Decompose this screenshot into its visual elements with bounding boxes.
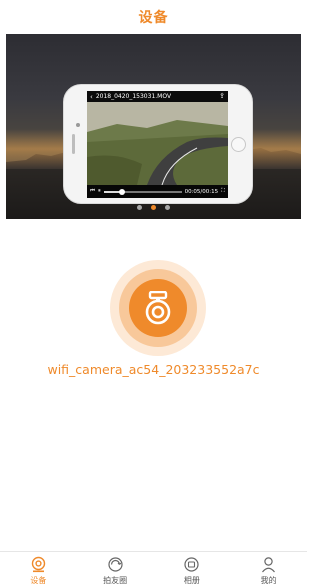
carousel-dot[interactable] (137, 205, 142, 210)
phone-screen: ‹ 2018_0420_153031.MOV ⇪ ⏮ ⏸ 00:05/00:15… (87, 91, 228, 198)
page-title: 设备 (138, 10, 169, 26)
phone-mockup: ‹ 2018_0420_153031.MOV ⇪ ⏮ ⏸ 00:05/00:15… (63, 84, 253, 204)
device-icon (31, 556, 46, 573)
video-controls: ⏮ ⏸ 00:05/00:15 ⛶ (87, 185, 228, 198)
video-seek-bar (103, 188, 182, 195)
share-icon: ⇪ (219, 92, 225, 100)
carousel-indicator (0, 205, 307, 213)
fullscreen-icon: ⛶ (221, 188, 225, 194)
dashcam-icon (145, 291, 171, 325)
video-filename: 2018_0420_153031.MOV (95, 93, 172, 100)
tab-album[interactable]: 相册 (154, 552, 231, 587)
device-connect-button[interactable] (110, 260, 206, 356)
tab-album-label: 相册 (183, 576, 200, 585)
app-root: 设备 ‹ 2018_0420_153031.MOV ⇪ ⏮ ⏸ 00:05/00… (0, 0, 307, 587)
friends-circle-icon (108, 557, 123, 572)
header: 设备 (0, 0, 307, 34)
tab-device-label: 设备 (30, 576, 47, 585)
tab-profile[interactable]: 我的 (230, 552, 307, 587)
tab-friends-circle[interactable]: 拍友圈 (77, 552, 154, 587)
previous-icon: ⏮ (90, 188, 95, 194)
video-topbar: ‹ 2018_0420_153031.MOV ⇪ (87, 91, 228, 102)
video-time: 00:05/00:15 (184, 188, 219, 195)
bottom-tab-bar: 设备 拍友圈 相册 我的 (0, 551, 307, 587)
phone-home-button (231, 137, 246, 152)
back-arrow-icon: ‹ (90, 92, 93, 101)
profile-icon (262, 557, 276, 573)
album-icon (184, 557, 199, 572)
phone-speaker (72, 134, 75, 154)
video-frame (87, 102, 228, 185)
device-name-label[interactable]: wifi_camera_ac54_203233552a7c (0, 362, 307, 377)
carousel-dot[interactable] (165, 205, 170, 210)
phone-camera (76, 123, 80, 127)
tab-friends-circle-label: 拍友圈 (103, 576, 128, 585)
device-button-core (129, 279, 187, 337)
tab-profile-label: 我的 (260, 576, 277, 585)
tab-device[interactable]: 设备 (0, 552, 77, 587)
carousel-dot-active[interactable] (151, 205, 156, 210)
banner-carousel[interactable]: ‹ 2018_0420_153031.MOV ⇪ ⏮ ⏸ 00:05/00:15… (6, 34, 301, 219)
pause-icon: ⏸ (97, 188, 101, 194)
